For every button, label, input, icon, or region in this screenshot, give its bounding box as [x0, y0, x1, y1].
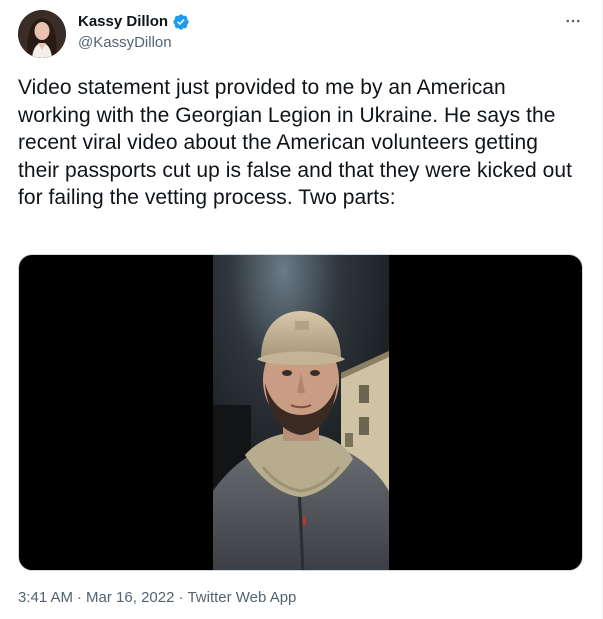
video-thumbnail — [213, 255, 389, 570]
tweet-card: Kassy Dillon @KassyDillon Video statemen… — [0, 0, 603, 619]
tweet-date-link[interactable]: Mar 16, 2022 — [86, 588, 174, 608]
author-display-name[interactable]: Kassy Dillon — [78, 12, 168, 32]
tweet-source-link[interactable]: Twitter Web App — [187, 588, 296, 608]
tweet-time-link[interactable]: 3:41 AM — [18, 588, 73, 608]
tweet-text: Video statement just provided to me by a… — [18, 76, 573, 209]
verified-badge-icon — [172, 13, 190, 31]
video-player[interactable] — [18, 254, 583, 571]
avatar[interactable] — [18, 10, 66, 58]
author-name-row[interactable]: Kassy Dillon — [78, 12, 190, 32]
tweet-meta: 3:41 AM · Mar 16, 2022 · Twitter Web App — [18, 588, 296, 608]
avatar-image — [18, 10, 66, 58]
more-options-button[interactable] — [562, 11, 584, 31]
meta-separator: · — [178, 589, 184, 606]
author-handle[interactable]: @KassyDillon — [78, 33, 172, 53]
more-horizontal-icon — [566, 19, 580, 23]
meta-separator: · — [77, 589, 83, 606]
